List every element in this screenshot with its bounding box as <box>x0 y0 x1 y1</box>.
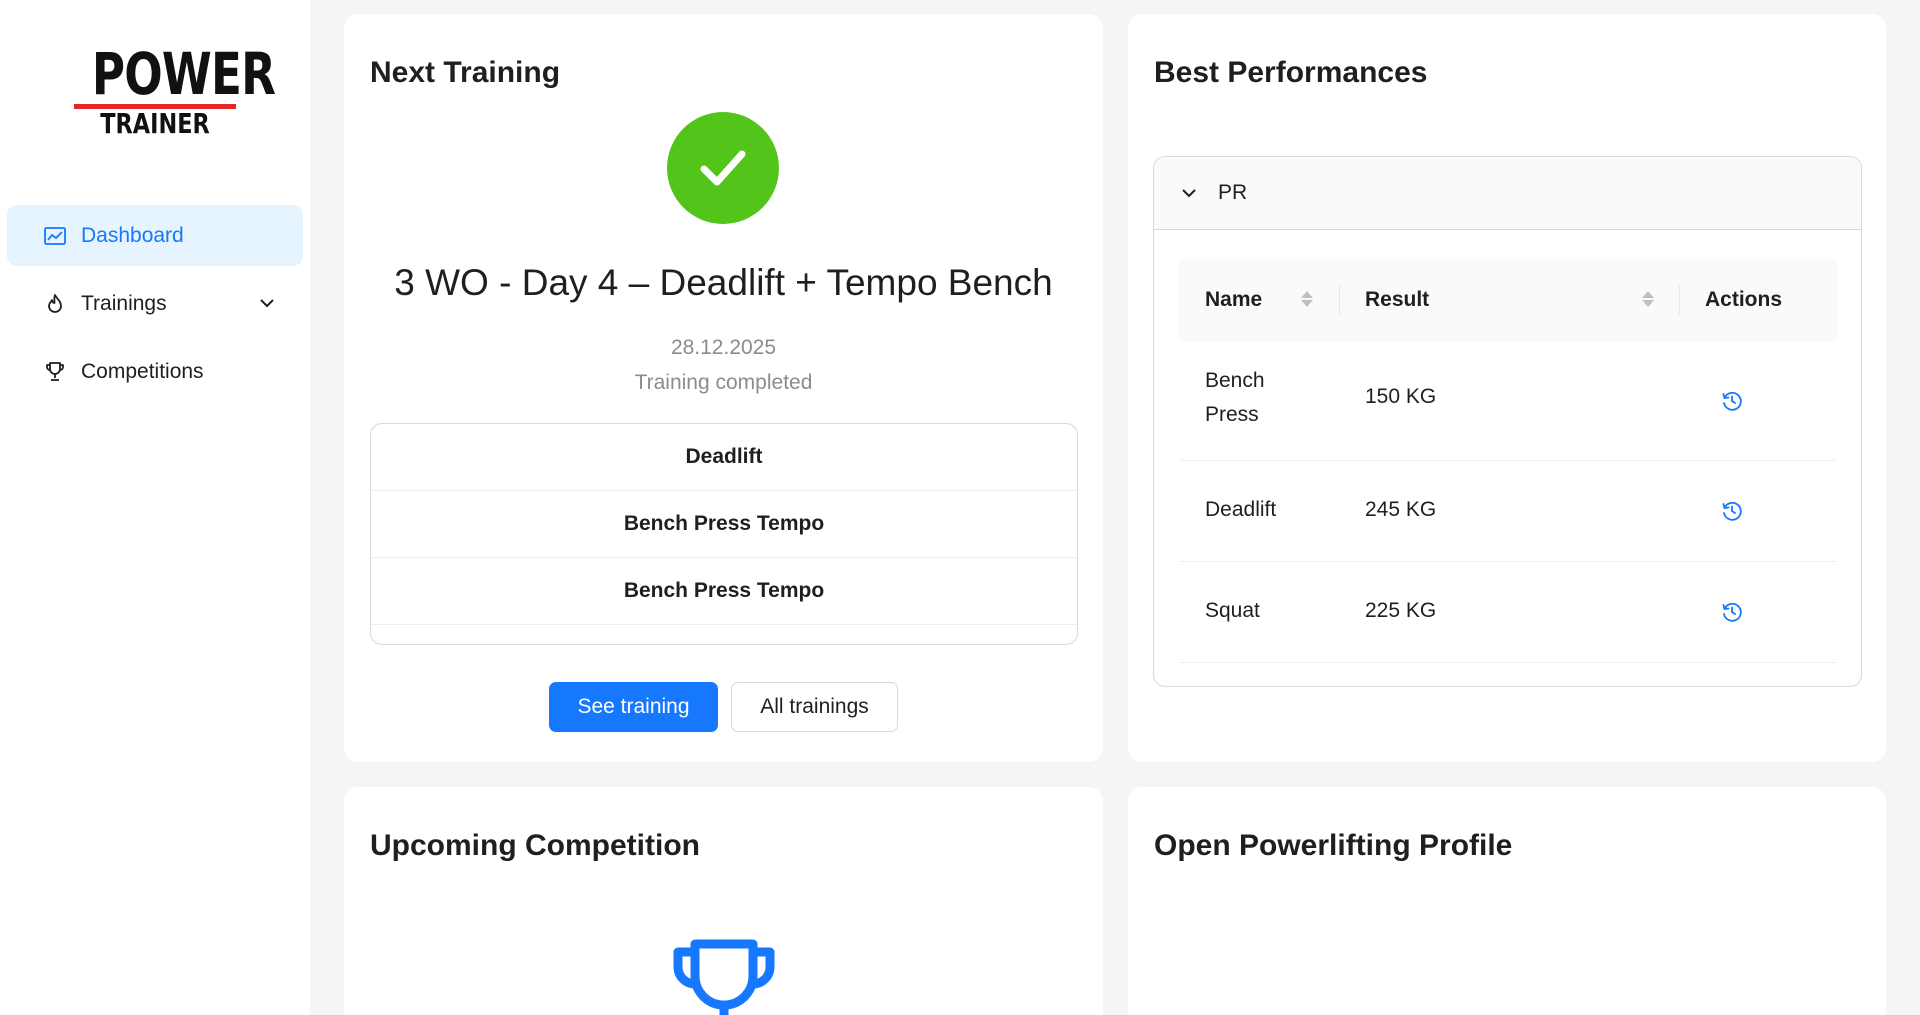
training-status: Training completed <box>634 371 813 394</box>
column-header-label: Result <box>1365 287 1430 311</box>
column-header-name[interactable]: Name <box>1205 257 1262 342</box>
cell-name: Squat <box>1205 599 1260 622</box>
training-date: 28.12.2025 <box>670 336 777 359</box>
list-item: Bench Press Tempo <box>371 491 1077 558</box>
column-divider <box>1339 285 1340 315</box>
logo-title: POWER <box>91 40 276 108</box>
card-title: Best Performances <box>1154 56 1428 89</box>
chevron-down-icon[interactable] <box>257 293 277 313</box>
sort-icon[interactable] <box>1300 287 1314 311</box>
cell-name: Bench Press <box>1205 369 1265 426</box>
sidebar-item-label: Competitions <box>81 359 204 383</box>
training-name: 3 WO - Day 4 – Deadlift + Tempo Bench <box>394 262 1053 303</box>
table-header: Name Result Actions <box>1179 257 1837 342</box>
history-icon[interactable] <box>1720 600 1744 624</box>
sidebar-item-dashboard[interactable]: Dashboard <box>7 205 303 266</box>
sidebar-item-competitions[interactable]: Competitions <box>7 341 303 402</box>
panel-label: PR <box>1218 181 1248 204</box>
trophy-icon <box>673 938 775 1015</box>
sidebar-nav: Dashboard Trainings Competitions <box>7 205 303 409</box>
cell-result: 245 KG <box>1365 498 1437 521</box>
training-actions: See training All trainings <box>344 682 1103 732</box>
table-row: Bench Press 150 KG <box>1179 342 1837 461</box>
history-icon[interactable] <box>1720 389 1744 413</box>
cell-result: 150 KG <box>1365 385 1437 408</box>
sort-icon[interactable] <box>1641 287 1655 311</box>
column-header-label: Actions <box>1705 287 1783 311</box>
table-row: Deadlift 245 KG <box>1179 461 1837 562</box>
list-item: Deadlift <box>371 424 1077 491</box>
cell-name: Deadlift <box>1205 498 1277 521</box>
history-icon[interactable] <box>1720 499 1744 523</box>
upcoming-competition-card: Upcoming Competition <box>344 787 1103 1015</box>
fire-icon <box>43 292 67 316</box>
column-divider <box>1679 285 1680 315</box>
pr-panel-header[interactable]: PR <box>1154 157 1861 230</box>
open-powerlifting-card: Open Powerlifting Profile <box>1128 787 1886 1015</box>
all-trainings-button[interactable]: All trainings <box>731 682 898 732</box>
next-training-card: Next Training 3 WO - Day 4 – Deadlift + … <box>344 14 1103 762</box>
line-chart-icon <box>43 224 67 248</box>
list-item: Bench Press Tempo <box>371 558 1077 625</box>
check-circle-icon <box>667 112 779 224</box>
card-title: Upcoming Competition <box>370 829 700 862</box>
card-title: Open Powerlifting Profile <box>1154 829 1513 862</box>
brand-logo[interactable]: POWER TRAINER <box>74 40 276 140</box>
pr-collapse-panel: PR Name Result Actions Bench Press 150 K… <box>1153 156 1862 687</box>
sidebar: POWER TRAINER Dashboard Trainings Compet… <box>0 0 310 1015</box>
app: POWER TRAINER Dashboard Trainings Compet… <box>0 0 1920 1015</box>
table-row: Squat 225 KG <box>1179 562 1837 663</box>
trophy-icon <box>43 360 67 384</box>
pr-table: Name Result Actions Bench Press 150 KG D… <box>1179 257 1837 663</box>
column-header-actions: Actions <box>1705 257 1782 342</box>
chevron-down-icon <box>1180 184 1198 202</box>
sidebar-item-label: Dashboard <box>81 223 184 247</box>
column-header-result[interactable]: Result <box>1365 257 1429 342</box>
exercise-list: Deadlift Bench Press Tempo Bench Press T… <box>370 423 1078 645</box>
see-training-button[interactable]: See training <box>549 682 718 732</box>
logo-subtitle: TRAINER <box>100 107 210 140</box>
sidebar-item-label: Trainings <box>81 291 167 315</box>
best-performances-card: Best Performances PR Name Result Actions… <box>1128 14 1886 762</box>
sidebar-item-trainings[interactable]: Trainings <box>7 273 303 334</box>
column-header-label: Name <box>1205 287 1263 311</box>
card-title: Next Training <box>370 56 561 89</box>
cell-result: 225 KG <box>1365 599 1437 622</box>
